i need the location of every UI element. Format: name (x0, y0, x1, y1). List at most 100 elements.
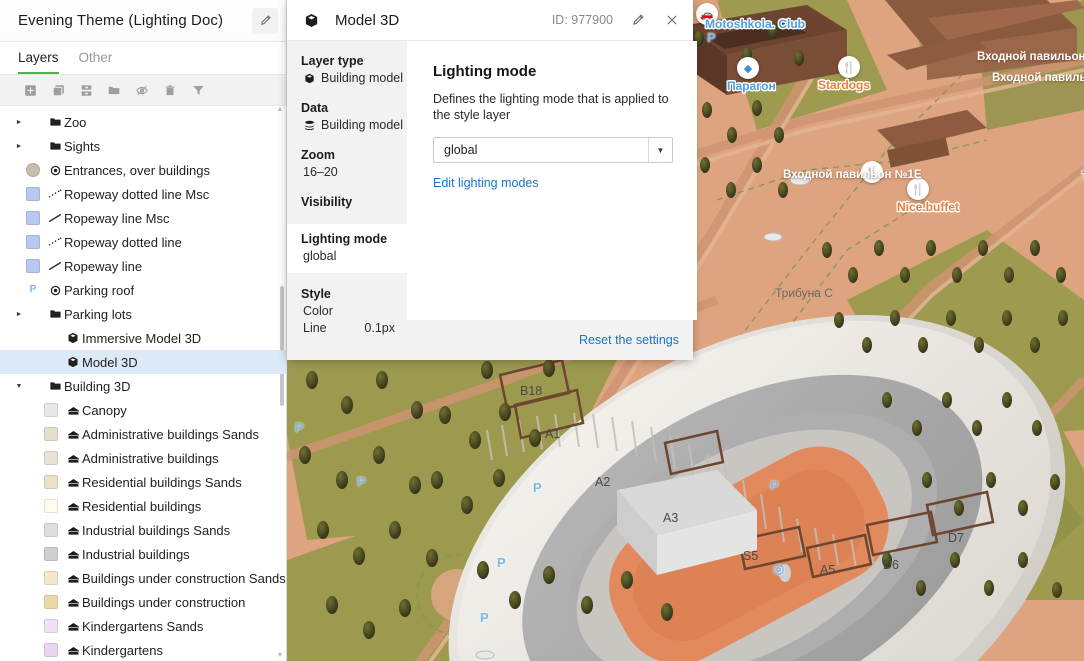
trash-icon[interactable] (158, 79, 182, 101)
layer-color-swatch (44, 451, 58, 465)
layer-row[interactable]: Ropeway line Msc (0, 206, 286, 230)
prop-label: Color (303, 303, 333, 320)
application-window: 🚗 ◆ 🍴 🍴 🍴 P P P P P P P P ◎ Motoshkola. … (0, 0, 1084, 661)
twisty-placeholder (30, 398, 44, 422)
prop-style-color[interactable]: Color (301, 303, 407, 320)
twisty-placeholder (30, 614, 44, 638)
layer-row[interactable]: Entrances, over buildings (0, 158, 286, 182)
tab-other[interactable]: Other (79, 50, 113, 74)
layer-color-swatch (44, 547, 58, 561)
twisty-placeholder (30, 422, 44, 446)
parking-icon: P (357, 474, 366, 489)
layer-label: Industrial buildings Sands (82, 523, 230, 538)
layer-row[interactable]: Kindergartens Sands (0, 614, 286, 638)
chevron-right-icon[interactable]: ► (12, 302, 26, 326)
chevron-right-icon[interactable]: ► (12, 134, 26, 158)
prop-zoom[interactable]: Zoom 16–20 (301, 147, 407, 181)
layer-row[interactable]: Immersive Model 3D (0, 326, 286, 350)
filter-icon[interactable] (186, 79, 210, 101)
layer-row[interactable]: Ropeway dotted line Msc (0, 182, 286, 206)
layer-row[interactable]: Administrative buildings Sands (0, 422, 286, 446)
edit-lighting-modes-link[interactable]: Edit lighting modes (433, 176, 539, 190)
page-title: Evening Theme (Lighting Doc) (18, 12, 252, 29)
chevron-right-icon[interactable]: ► (12, 110, 26, 134)
prop-data[interactable]: Data Building model (301, 100, 407, 134)
layer-row[interactable]: Buildings under construction Sands (0, 566, 286, 590)
layer-toolbar (0, 75, 286, 106)
model3d-icon (64, 350, 82, 374)
layer-row[interactable]: Industrial buildings Sands (0, 518, 286, 542)
twisty-placeholder (12, 278, 26, 302)
pencil-icon[interactable] (625, 7, 651, 33)
dotted-line-icon (46, 230, 64, 254)
sidebar-tabs: Layers Other (0, 42, 286, 75)
prop-style-line[interactable]: Line 0.1px (301, 320, 407, 337)
layer-row[interactable]: ►Zoo (0, 110, 286, 134)
layer-row[interactable]: Industrial buildings (0, 542, 286, 566)
layer-row[interactable]: Canopy (0, 398, 286, 422)
model3d-icon (303, 73, 316, 84)
copy-icon[interactable] (46, 79, 70, 101)
layer-row[interactable]: Residential buildings (0, 494, 286, 518)
layer-label: Entrances, over buildings (64, 163, 210, 178)
layer-color-swatch (26, 235, 40, 249)
reset-settings-button[interactable]: Reset the settings (579, 333, 679, 347)
prop-value: global (301, 248, 407, 265)
layer-row[interactable]: ►Parking lots (0, 302, 286, 326)
layer-label: Industrial buildings (82, 547, 190, 562)
restaurant-icon[interactable]: 🍴 (861, 161, 883, 183)
prop-label: Style (301, 286, 407, 303)
layer-row[interactable]: Kindergartens (0, 638, 286, 661)
layer-row[interactable]: Administrative buildings (0, 446, 286, 470)
layer-row[interactable]: PParking roof (0, 278, 286, 302)
dialog-title: Model 3D (329, 12, 544, 29)
twisty-placeholder (30, 470, 44, 494)
building-icon (64, 542, 82, 566)
swatch-placeholder (44, 355, 58, 369)
layer-color-swatch (44, 571, 58, 585)
chevron-down-icon[interactable]: ▼ (648, 138, 672, 162)
prop-style[interactable]: Style Color Line 0.1px (301, 286, 407, 337)
section-heading: Lighting mode (433, 63, 673, 80)
layer-row[interactable]: Ropeway line (0, 254, 286, 278)
prop-layer-type[interactable]: Layer type Building model (301, 53, 407, 87)
layer-tree[interactable]: ▲ ▼ ►Zoo►SightsEntrances, over buildings… (0, 106, 286, 661)
layer-label: Ropeway line (64, 259, 142, 274)
diamond-icon[interactable]: ◆ (737, 57, 759, 79)
layer-row[interactable]: Ropeway dotted line (0, 230, 286, 254)
eye-off-icon[interactable] (130, 79, 154, 101)
prop-label: Data (301, 100, 407, 117)
lighting-mode-select[interactable]: global ▼ (433, 137, 673, 163)
layer-row[interactable]: Residential buildings Sands (0, 470, 286, 494)
pencil-icon[interactable] (252, 8, 278, 34)
dialog-header: Model 3D ID: 977900 (287, 0, 693, 41)
property-summary-column: Layer type Building model Data (287, 41, 407, 320)
layer-label: Canopy (82, 403, 127, 418)
layer-label: Parking roof (64, 283, 134, 298)
restaurant-icon[interactable]: 🍴 (838, 56, 860, 78)
layer-row[interactable]: ►Sights (0, 134, 286, 158)
add-square-icon[interactable] (18, 79, 42, 101)
tab-layers[interactable]: Layers (18, 50, 59, 74)
prop-value-row: Building model (301, 70, 407, 87)
twisty-placeholder (30, 326, 44, 350)
prop-lighting-mode[interactable]: Lighting mode global (287, 224, 407, 273)
layer-row[interactable]: Buildings under construction (0, 590, 286, 614)
prop-value-row: Building model (301, 117, 407, 134)
folder-icon (46, 110, 64, 134)
twisty-placeholder (12, 254, 26, 278)
restaurant-icon[interactable]: 🍴 (907, 178, 929, 200)
building-icon (64, 518, 82, 542)
building-icon (64, 638, 82, 661)
folder-icon[interactable] (102, 79, 126, 101)
building-icon (64, 494, 82, 518)
layer-label: Residential buildings Sands (82, 475, 242, 490)
close-icon[interactable] (659, 7, 685, 33)
chevron-down-icon[interactable]: ▼ (12, 374, 26, 398)
layer-row[interactable]: Model 3D (0, 350, 286, 374)
prop-visibility[interactable]: Visibility (301, 194, 407, 211)
twisty-placeholder (12, 230, 26, 254)
layer-row[interactable]: ▼Building 3D (0, 374, 286, 398)
split-icon[interactable] (74, 79, 98, 101)
car-icon[interactable]: 🚗 (696, 3, 718, 25)
